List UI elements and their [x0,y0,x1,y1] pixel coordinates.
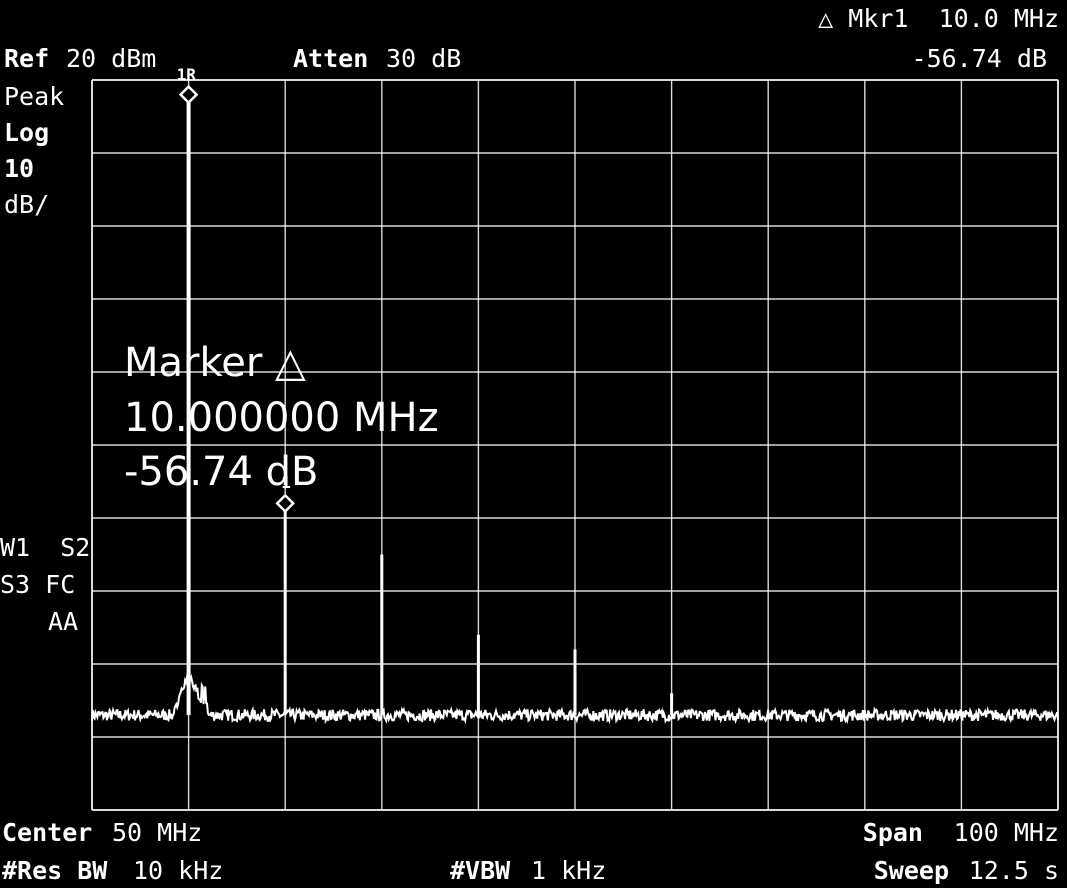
marker-box-amplitude: -56.74 dB [124,449,319,495]
resbw-label: #Res BW [2,856,108,885]
vbw-label: #VBW [450,856,511,885]
marker-diamond [275,493,295,514]
sweep-label: Sweep [873,856,949,885]
marker-box-frequency: 10.000000 MHz [124,395,439,441]
center-value: 50 MHz [112,818,203,847]
center-label: Center [2,818,93,847]
marker-1r-label: 1R [176,64,196,84]
marker-diamond [178,84,199,105]
vbw-value: 1 kHz [531,856,607,885]
span-label: Span [862,818,923,847]
marker-box-title: Marker △ [124,340,306,386]
sweep-value: 12.5 s [968,856,1059,885]
resbw-value: 10 kHz [133,856,224,885]
span-value: 100 MHz [953,818,1059,847]
spectrum-plot [91,79,1059,811]
